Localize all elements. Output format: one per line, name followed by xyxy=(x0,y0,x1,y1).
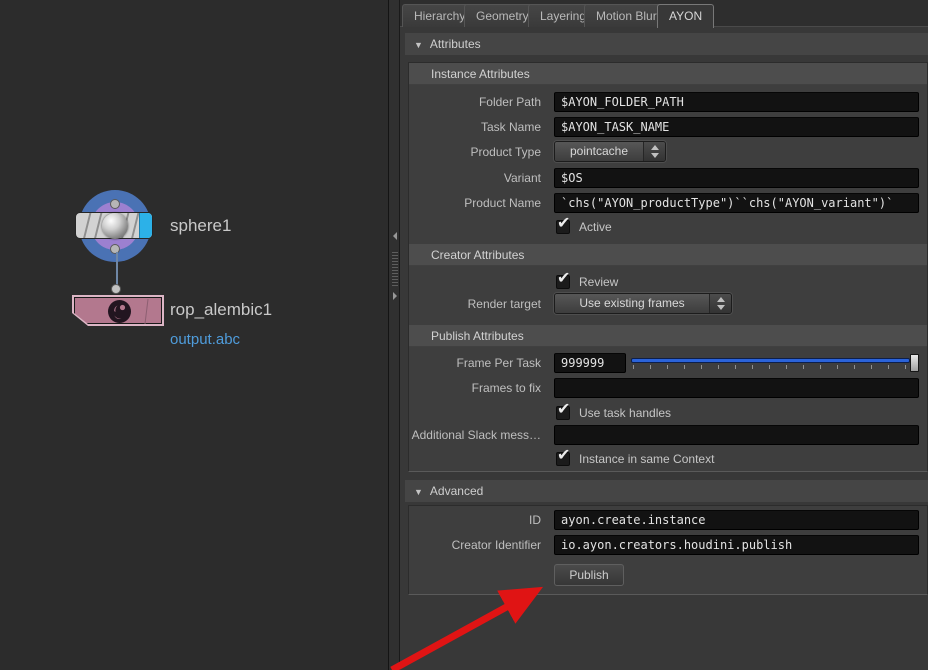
slider-ticks xyxy=(633,365,908,369)
sphere-input-connector[interactable] xyxy=(110,199,120,209)
product-name-input[interactable] xyxy=(554,193,919,213)
additional-slack-input[interactable] xyxy=(554,425,919,445)
node-bar-slash xyxy=(83,213,92,239)
parameter-pane: Hierarchy Geometry Layering Motion Blur … xyxy=(400,0,928,670)
dropdown-spinner-icon[interactable] xyxy=(709,294,731,313)
frames-to-fix-label: Frames to fix xyxy=(409,378,541,398)
product-name-label: Product Name xyxy=(409,193,541,213)
creator-identifier-label: Creator Identifier xyxy=(409,535,541,555)
product-type-label: Product Type xyxy=(409,142,541,162)
sphere-node-icon xyxy=(102,213,128,239)
checkmark-icon: ✔ xyxy=(557,213,570,233)
parameter-tab-bar: Hierarchy Geometry Layering Motion Blur … xyxy=(400,0,928,27)
checkmark-icon: ✔ xyxy=(557,399,570,419)
creator-attributes-bar: Creator Attributes xyxy=(409,244,927,266)
checkmark-icon: ✔ xyxy=(557,445,570,465)
rop-node-label: rop_alembic1 xyxy=(170,300,272,320)
id-input[interactable] xyxy=(554,510,919,530)
variant-input[interactable] xyxy=(554,168,919,188)
spinner-up-icon xyxy=(651,145,659,150)
splitter-collapse-left-icon[interactable] xyxy=(393,232,397,240)
additional-slack-label: Additional Slack mess… xyxy=(409,425,541,445)
collapse-triangle-icon[interactable]: ▼ xyxy=(414,481,423,503)
publish-button[interactable]: Publish xyxy=(554,564,624,586)
review-checkbox-row[interactable]: ✔ Review xyxy=(556,274,618,289)
tab-ayon[interactable]: AYON xyxy=(657,4,714,28)
task-name-label: Task Name xyxy=(409,117,541,137)
product-type-value: pointcache xyxy=(555,142,643,161)
render-target-value: Use existing frames (local) xyxy=(555,294,709,313)
alembic-logo-icon xyxy=(107,299,132,324)
rop-input-connector[interactable] xyxy=(111,284,121,294)
render-target-dropdown[interactable]: Use existing frames (local) xyxy=(554,293,732,314)
dropdown-spinner-icon[interactable] xyxy=(643,142,665,161)
publish-attributes-bar: Publish Attributes xyxy=(409,325,927,347)
active-label: Active xyxy=(579,220,612,234)
render-target-label: Render target xyxy=(409,294,541,314)
splitter-collapse-right-icon[interactable] xyxy=(393,292,397,300)
variant-label: Variant xyxy=(409,168,541,188)
advanced-section-label: Advanced xyxy=(430,484,483,498)
rop-alembic-node[interactable] xyxy=(72,295,164,326)
sphere-output-connector[interactable] xyxy=(110,244,120,254)
rop-node-slash xyxy=(144,299,148,324)
frame-per-task-label: Frame Per Task xyxy=(409,353,541,373)
spinner-down-icon xyxy=(651,153,659,158)
attributes-section-label: Attributes xyxy=(430,37,481,51)
slider-handle[interactable] xyxy=(910,354,919,372)
folder-path-label: Folder Path xyxy=(409,92,541,112)
review-label: Review xyxy=(579,275,618,289)
use-task-handles-checkbox[interactable]: ✔ xyxy=(556,406,570,420)
frames-to-fix-input[interactable] xyxy=(554,378,919,398)
instance-attributes-bar: Instance Attributes xyxy=(409,63,927,85)
instance-same-context-label: Instance in same Context xyxy=(579,452,714,466)
advanced-section-header[interactable]: ▼ Advanced xyxy=(405,480,928,502)
frame-per-task-slider[interactable] xyxy=(631,353,919,373)
instance-same-context-checkbox[interactable]: ✔ xyxy=(556,452,570,466)
review-checkbox[interactable]: ✔ xyxy=(556,275,570,289)
houdini-window: sphere1 rop_alembic1 output.abc Hierarch… xyxy=(0,0,928,670)
spinner-up-icon xyxy=(717,297,725,302)
rop-alembic-node-body xyxy=(74,297,162,324)
folder-path-input[interactable] xyxy=(554,92,919,112)
attributes-section-header[interactable]: ▼ Attributes xyxy=(405,33,928,55)
slider-track xyxy=(631,358,910,363)
display-flag[interactable] xyxy=(139,213,152,238)
use-task-handles-label: Use task handles xyxy=(579,406,671,420)
rop-output-filename[interactable]: output.abc xyxy=(170,331,240,348)
instance-same-context-row[interactable]: ✔ Instance in same Context xyxy=(556,451,714,466)
frame-per-task-input[interactable] xyxy=(554,353,626,373)
active-checkbox[interactable]: ✔ xyxy=(556,220,570,234)
task-name-input[interactable] xyxy=(554,117,919,137)
product-type-dropdown[interactable]: pointcache xyxy=(554,141,666,162)
collapse-triangle-icon[interactable]: ▼ xyxy=(414,34,423,56)
splitter-grip-handle[interactable] xyxy=(392,250,398,286)
sphere-node-label: sphere1 xyxy=(170,216,231,236)
attributes-group-box: Instance Attributes Folder Path Task Nam… xyxy=(408,62,928,472)
tab-motion-blur[interactable]: Motion Blur xyxy=(584,4,669,27)
advanced-group-box: ID Creator Identifier Publish xyxy=(408,505,928,595)
active-checkbox-row[interactable]: ✔ Active xyxy=(556,219,612,234)
id-label: ID xyxy=(409,510,541,530)
checkmark-icon: ✔ xyxy=(557,268,570,288)
node-connection-wire xyxy=(116,252,118,288)
use-task-handles-row[interactable]: ✔ Use task handles xyxy=(556,405,671,420)
creator-identifier-input[interactable] xyxy=(554,535,919,555)
network-editor-pane[interactable]: sphere1 rop_alembic1 output.abc xyxy=(0,0,389,670)
spinner-down-icon xyxy=(717,305,725,310)
pane-splitter[interactable] xyxy=(388,0,400,670)
